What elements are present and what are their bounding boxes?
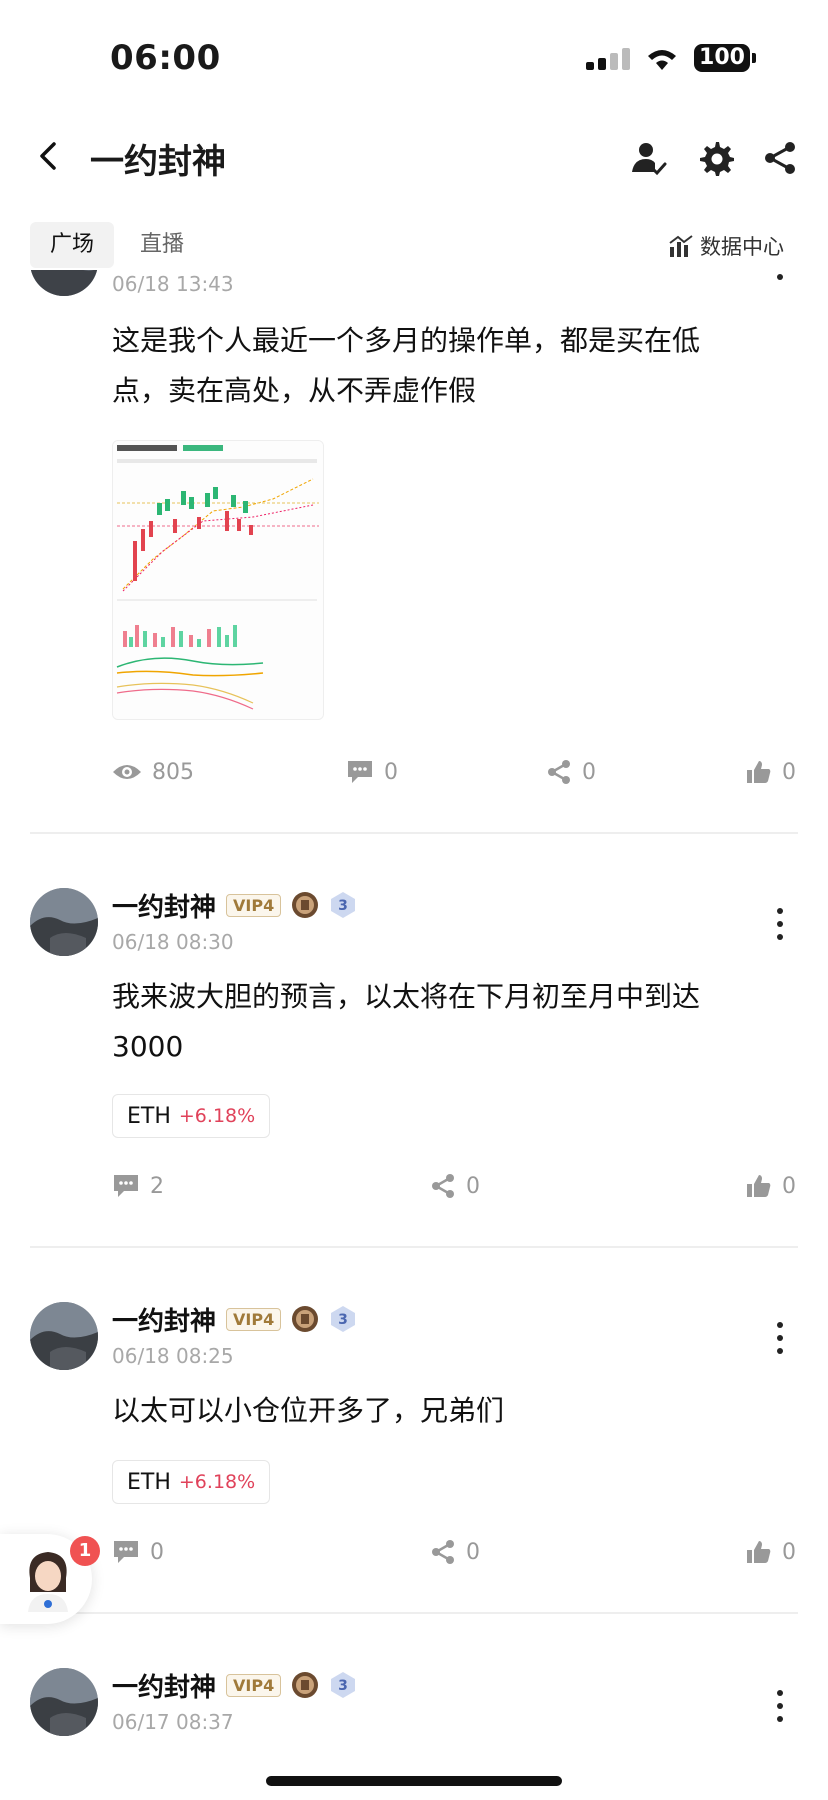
- share-icon: [432, 1174, 454, 1198]
- coin-change: +6.18%: [178, 1105, 256, 1127]
- post-divider: [30, 1246, 798, 1248]
- data-center-label: 数据中心: [700, 235, 784, 259]
- comment-icon: [348, 761, 372, 783]
- medal-badge-icon: [292, 1306, 319, 1332]
- username[interactable]: 一约封神: [112, 1667, 216, 1704]
- views-count: 805: [112, 756, 194, 788]
- share-icon: [432, 1540, 454, 1564]
- signal-icon: [586, 48, 632, 70]
- comment-button[interactable]: 0: [112, 1536, 164, 1568]
- username[interactable]: 一约封神: [112, 1301, 216, 1338]
- level-badge-icon: 3: [331, 892, 356, 918]
- more-options-icon[interactable]: [775, 1322, 785, 1358]
- like-button[interactable]: 0: [746, 1536, 796, 1568]
- post-content: 我来波大胆的预言，以太将在下月初至月中到达3000: [112, 980, 701, 1063]
- username[interactable]: 一约封神: [112, 887, 216, 924]
- post-timestamp: 06/17 08:37: [112, 1710, 234, 1734]
- like-count: 0: [782, 759, 796, 785]
- chart-icon: [669, 235, 693, 257]
- tab-square[interactable]: 广场: [30, 222, 114, 268]
- coin-tag[interactable]: ETH +6.18%: [112, 1460, 271, 1504]
- home-indicator: [266, 1776, 562, 1786]
- post-content: 以太可以小仓位开多了，兄弟们: [112, 1394, 505, 1427]
- coin-symbol: ETH: [127, 1103, 171, 1129]
- notification-badge: 1: [70, 1536, 100, 1566]
- coin-change: +6.18%: [178, 1471, 256, 1493]
- level-badge-icon: 3: [331, 1672, 356, 1698]
- comment-count: 0: [384, 759, 398, 785]
- more-options-icon[interactable]: [775, 908, 785, 944]
- avatar[interactable]: [30, 1668, 98, 1736]
- share-icon: [548, 760, 570, 784]
- assistant-avatar-icon: [28, 1552, 68, 1612]
- comment-button[interactable]: 0: [346, 756, 398, 788]
- status-time: 06:00: [110, 38, 221, 78]
- share-button[interactable]: 0: [546, 756, 596, 788]
- comment-button[interactable]: 2: [112, 1170, 164, 1202]
- post-divider: [30, 832, 798, 834]
- author-row: 一约封神 VIP4 3: [112, 1667, 357, 1704]
- post-timestamp: 06/18 13:43: [112, 272, 234, 296]
- vip-badge: VIP4: [226, 1673, 282, 1697]
- tab-live[interactable]: 直播: [130, 222, 194, 268]
- post-timestamp: 06/18 08:30: [112, 930, 234, 954]
- battery-indicator: 100: [694, 44, 750, 72]
- data-center-link[interactable]: 数据中心: [668, 228, 784, 264]
- thumbs-up-icon: [747, 761, 771, 783]
- coin-tag[interactable]: ETH +6.18%: [112, 1094, 271, 1138]
- level-badge-icon: 3: [331, 1306, 356, 1332]
- views-count-value: 805: [152, 759, 194, 785]
- comment-count: 2: [150, 1173, 164, 1199]
- thumbs-up-icon: [747, 1541, 771, 1563]
- share-count: 0: [466, 1539, 480, 1565]
- medal-badge-icon: [292, 1672, 319, 1698]
- comment-icon: [114, 1541, 138, 1563]
- like-count: 0: [782, 1173, 796, 1199]
- share-count: 0: [466, 1173, 480, 1199]
- like-button[interactable]: 0: [746, 756, 796, 788]
- share-button[interactable]: 0: [430, 1170, 480, 1202]
- settings-gear-icon[interactable]: [696, 138, 736, 178]
- coin-symbol: ETH: [127, 1469, 171, 1495]
- avatar[interactable]: [30, 888, 98, 956]
- share-button[interactable]: 0: [430, 1536, 480, 1568]
- battery-tip: [752, 53, 756, 63]
- share-icon[interactable]: [760, 138, 800, 178]
- author-row: 一约封神 VIP4 3: [112, 1301, 357, 1338]
- post-content: 这是我个人最近一个多月的操作单，都是买在低点，卖在高处，从不弄虚作假: [112, 324, 701, 407]
- back-arrow-icon[interactable]: [30, 138, 66, 174]
- post-timestamp: 06/18 08:25: [112, 1344, 234, 1368]
- like-count: 0: [782, 1539, 796, 1565]
- user-follow-icon[interactable]: [628, 138, 668, 178]
- page-title: 一约封神: [90, 142, 226, 182]
- wifi-icon: [648, 50, 676, 70]
- share-count: 0: [582, 759, 596, 785]
- like-button[interactable]: 0: [746, 1170, 796, 1202]
- post-divider: [30, 1612, 798, 1614]
- post-chart-image[interactable]: [112, 440, 324, 720]
- level-number: 3: [338, 1312, 348, 1328]
- vip-badge: VIP4: [226, 893, 282, 917]
- comment-icon: [114, 1175, 138, 1197]
- author-row: 一约封神 VIP4 3: [112, 887, 357, 924]
- level-number: 3: [338, 898, 348, 914]
- avatar[interactable]: [30, 1302, 98, 1370]
- medal-badge-icon: [292, 892, 319, 918]
- level-number: 3: [338, 1678, 348, 1694]
- more-options-icon[interactable]: [775, 1690, 785, 1726]
- comment-count: 0: [150, 1539, 164, 1565]
- more-options-icon[interactable]: [775, 254, 785, 280]
- thumbs-up-icon: [747, 1175, 771, 1197]
- vip-badge: VIP4: [226, 1307, 282, 1331]
- eye-icon: [113, 765, 141, 779]
